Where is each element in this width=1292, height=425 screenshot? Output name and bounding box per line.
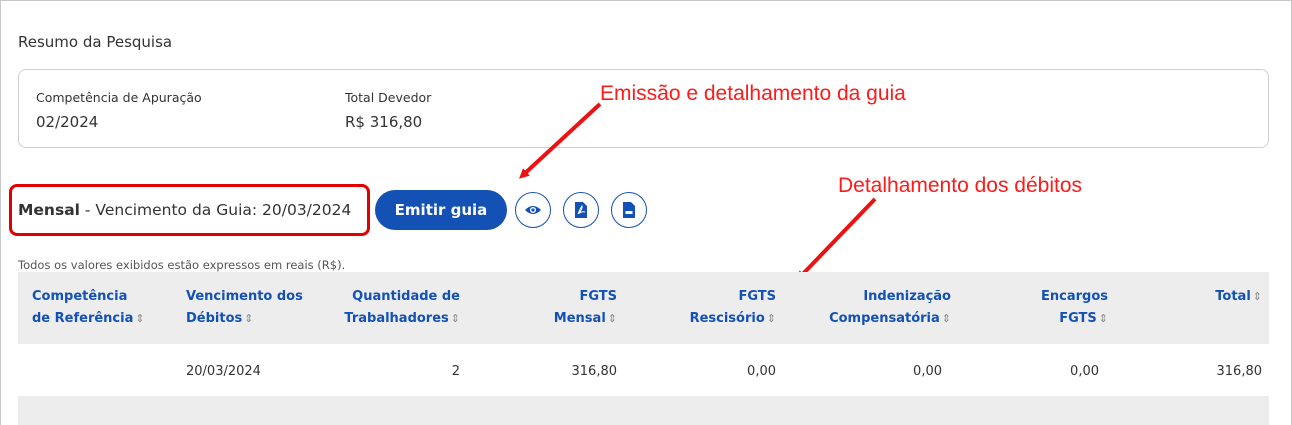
col-encargos-line2: FGTS [1059,311,1097,326]
summary-card: Competência de Apuração 02/2024 Total De… [18,69,1269,148]
cell-total: 316,80 [1216,364,1263,379]
cell-fgts-mensal: 316,80 [571,364,618,379]
col-vencimento-line2: Débitos [186,311,243,326]
sort-icon: ⇕ [450,312,460,325]
col-quantidade-line2: Trabalhadores [344,311,449,326]
annotation-emissao: Emissão e detalhamento da guia [600,82,906,105]
col-total[interactable]: Total ⇕ [1215,286,1262,308]
total-devedor-field: Total Devedor R$ 316,80 [345,90,431,131]
document-button[interactable] [611,192,647,228]
pdf-button[interactable] [563,192,599,228]
vencimento-guia: Mensal - Vencimento da Guia: 20/03/2024 [18,201,351,219]
cell-fgts-rescisorio: 0,00 [747,364,776,379]
emitir-guia-button[interactable]: Emitir guia [375,190,507,230]
cell-vencimento: 20/03/2024 [186,364,261,379]
document-icon [623,202,635,218]
pdf-icon [575,202,587,218]
vencimento-guia-text: - Vencimento da Guia: 20/03/2024 [79,201,352,219]
col-fgts-mensal-line2: Mensal [553,311,606,326]
competencia-field: Competência de Apuração 02/2024 [36,90,202,131]
section-title: Resumo da Pesquisa [18,33,173,51]
col-competencia[interactable]: Competência de Referência ⇕ [32,286,145,330]
total-devedor-label: Total Devedor [345,90,432,105]
col-indenizacao-line1: Indenização [863,289,951,304]
col-indenizacao[interactable]: Indenização Compensatória ⇕ [829,286,951,330]
table-footer-band [18,396,1269,425]
competencia-label: Competência de Apuração [36,90,202,105]
col-encargos-line1: Encargos [1041,289,1108,304]
sort-icon: ⇕ [607,312,617,325]
sort-icon: ⇕ [941,312,951,325]
col-quantidade[interactable]: Quantidade de Trabalhadores ⇕ [344,286,460,330]
table-row: 20/03/2024 2 316,80 0,00 0,00 0,00 316,8… [18,344,1269,396]
currency-note: Todos os valores exibidos estão expresso… [18,258,346,272]
total-devedor-value: R$ 316,80 [345,113,423,131]
col-competencia-line1: Competência [32,289,128,304]
periodicidade-label: Mensal [18,201,80,219]
col-vencimento-line1: Vencimento dos [186,289,303,304]
col-fgts-mensal-line1: FGTS [579,289,617,304]
cell-quantidade: 2 [451,364,460,379]
col-fgts-rescisorio-line2: Rescisório [689,311,765,326]
cell-encargos: 0,00 [1070,364,1099,379]
col-fgts-rescisorio[interactable]: FGTS Rescisório ⇕ [690,286,776,330]
table-header: Competência de Referência ⇕ Vencimento do… [18,272,1269,344]
eye-icon [525,206,541,214]
view-button[interactable] [515,192,551,228]
sort-icon: ⇕ [1098,312,1108,325]
annotation-debitos: Detalhamento dos débitos [838,174,1082,197]
col-vencimento[interactable]: Vencimento dos Débitos ⇕ [186,286,303,330]
col-fgts-rescisorio-line1: FGTS [738,289,776,304]
col-encargos[interactable]: Encargos FGTS ⇕ [1041,286,1108,330]
col-total-label: Total [1215,289,1251,304]
sort-icon: ⇕ [135,312,145,325]
sort-icon: ⇕ [244,312,254,325]
sort-icon: ⇕ [766,312,776,325]
cell-indenizacao: 0,00 [913,364,942,379]
sort-icon: ⇕ [1252,290,1262,303]
col-competencia-line2: de Referência [32,311,134,326]
competencia-value: 02/2024 [36,113,99,131]
col-quantidade-line1: Quantidade de [352,289,460,304]
col-indenizacao-line2: Compensatória [829,311,940,326]
col-fgts-mensal[interactable]: FGTS Mensal ⇕ [554,286,617,330]
